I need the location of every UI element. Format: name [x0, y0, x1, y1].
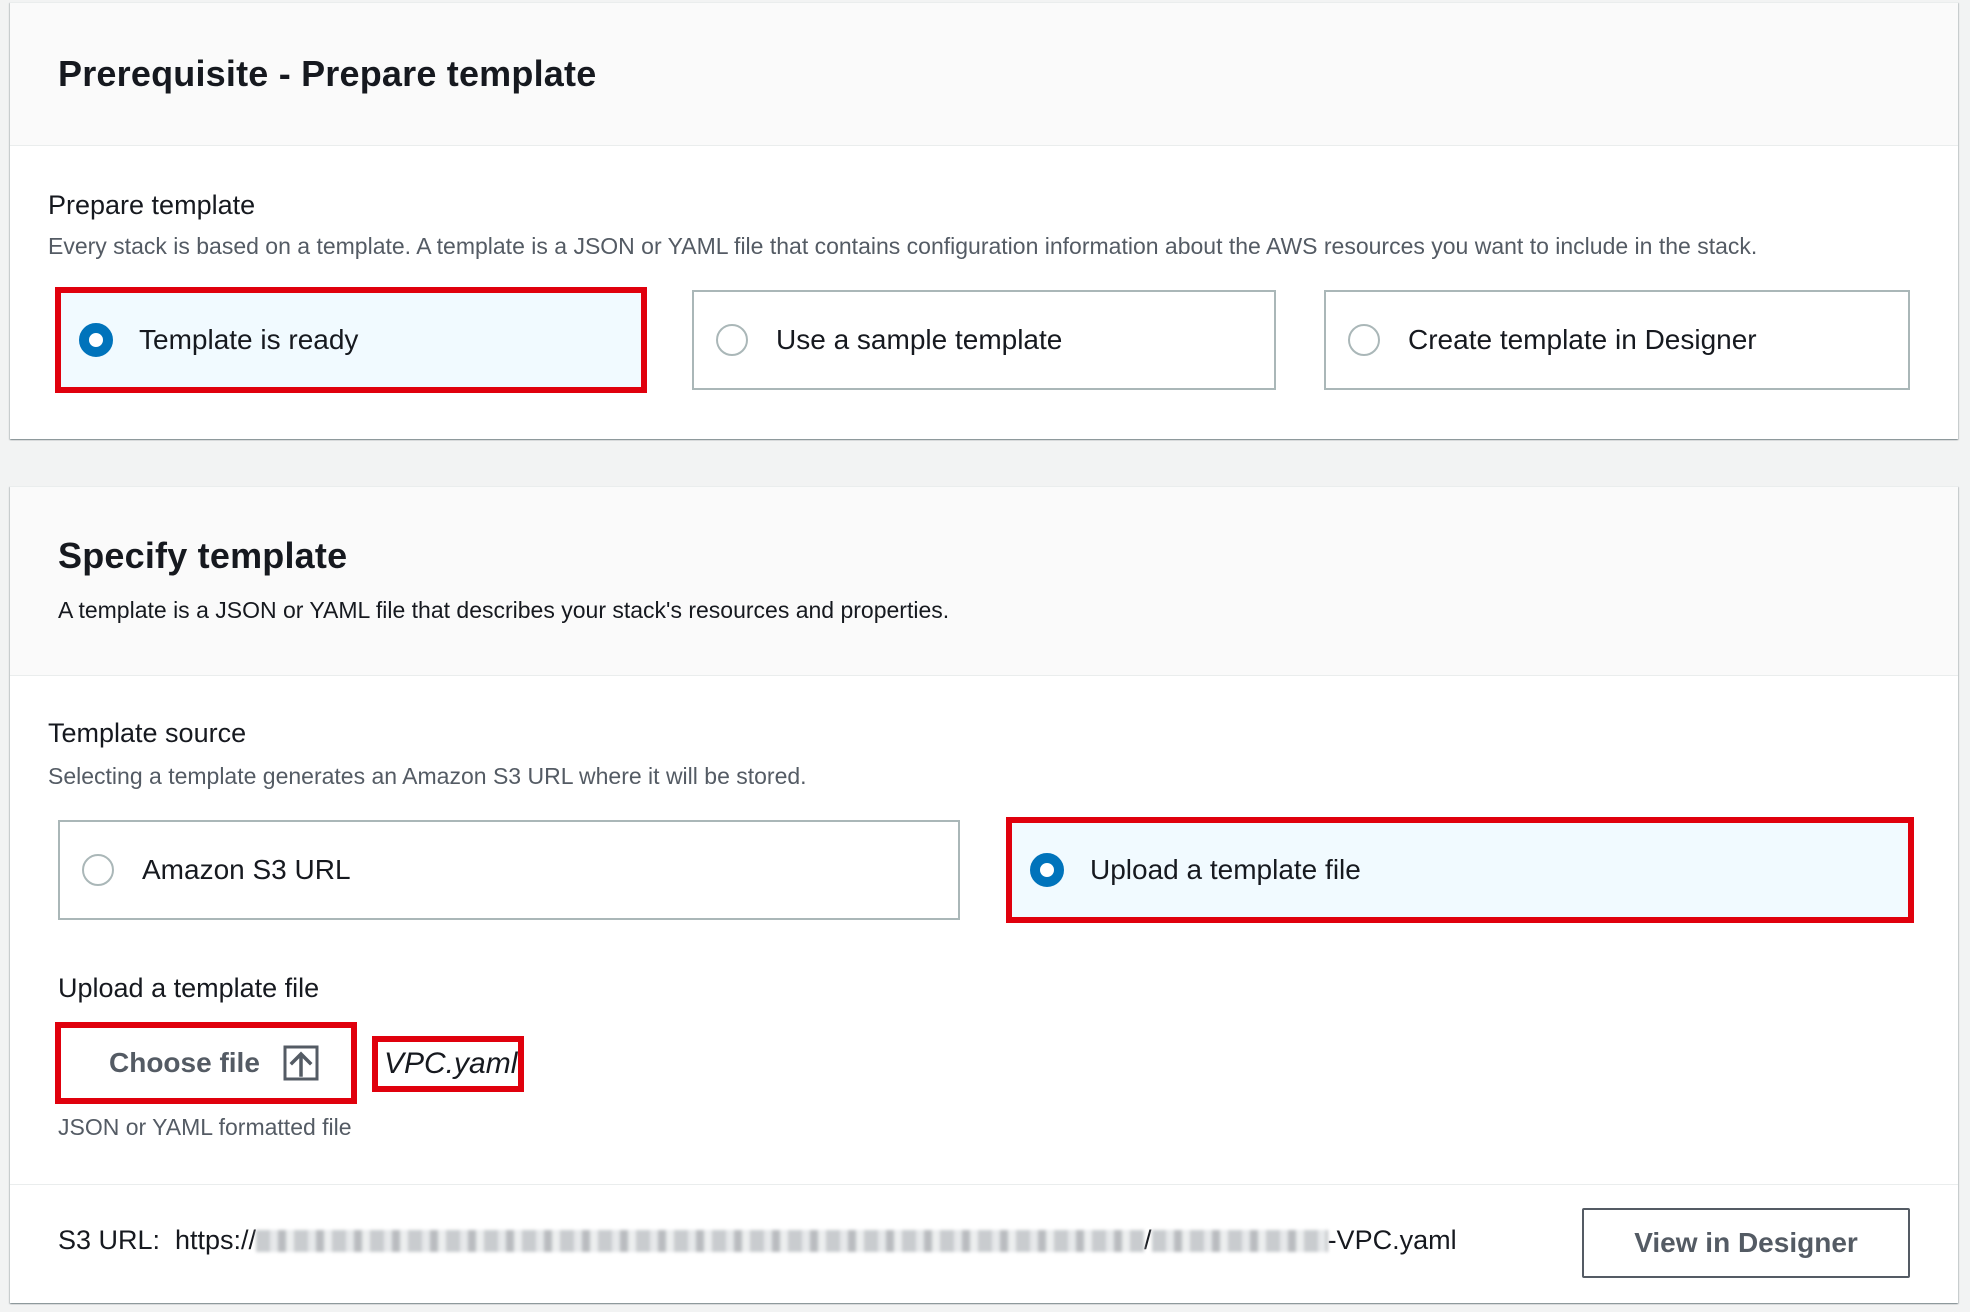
view-in-designer-button[interactable]: View in Designer	[1582, 1208, 1910, 1278]
s3-url-separator: /	[1144, 1225, 1152, 1255]
option-s3-url[interactable]: Amazon S3 URL	[58, 820, 960, 920]
option-template-ready[interactable]: Template is ready	[55, 287, 647, 393]
redacted-bucket	[256, 1229, 1145, 1252]
s3-url-prefix: https://	[175, 1225, 257, 1255]
choose-file-label: Choose file	[109, 1047, 260, 1078]
option-label: Create template in Designer	[1408, 324, 1757, 355]
panel-title: Specify template	[58, 535, 348, 576]
redacted-key	[1151, 1229, 1328, 1252]
upload-icon	[283, 1045, 319, 1081]
panel-title: Prerequisite - Prepare template	[58, 53, 597, 94]
option-label: Template is ready	[139, 324, 359, 355]
radio-selected-icon[interactable]	[79, 323, 113, 357]
radio-icon[interactable]	[1348, 324, 1380, 356]
upload-file-label: Upload a template file	[58, 973, 320, 1003]
s3-url-value: https:// / -VPC.yaml	[175, 1225, 1457, 1256]
panel-description: A template is a JSON or YAML file that d…	[58, 597, 950, 623]
divider	[10, 1184, 1958, 1185]
view-in-designer-label: View in Designer	[1634, 1227, 1858, 1258]
s3-url-suffix: -VPC.yaml	[1327, 1225, 1457, 1255]
option-label: Use a sample template	[776, 324, 1063, 355]
radio-selected-icon[interactable]	[1030, 853, 1064, 887]
panel-header: Prerequisite - Prepare template	[10, 3, 1958, 146]
option-label: Amazon S3 URL	[142, 854, 351, 885]
template-source-label: Template source	[48, 718, 247, 748]
option-label: Upload a template file	[1090, 854, 1361, 885]
prepare-template-description: Every stack is based on a template. A te…	[48, 233, 1758, 259]
option-designer-template[interactable]: Create template in Designer	[1324, 290, 1910, 390]
selected-file-name: VPC.yaml	[372, 1036, 524, 1092]
radio-icon[interactable]	[82, 854, 114, 886]
template-source-description: Selecting a template generates an Amazon…	[48, 763, 807, 789]
prepare-template-label: Prepare template	[48, 190, 256, 220]
option-upload-file[interactable]: Upload a template file	[1006, 817, 1914, 923]
panel-header: Specify template A template is a JSON or…	[10, 487, 1958, 676]
radio-icon[interactable]	[716, 324, 748, 356]
choose-file-button[interactable]: Choose file	[55, 1022, 357, 1104]
option-sample-template[interactable]: Use a sample template	[692, 290, 1276, 390]
file-format-hint: JSON or YAML formatted file	[58, 1114, 352, 1140]
s3-url-label: S3 URL:	[58, 1225, 161, 1255]
